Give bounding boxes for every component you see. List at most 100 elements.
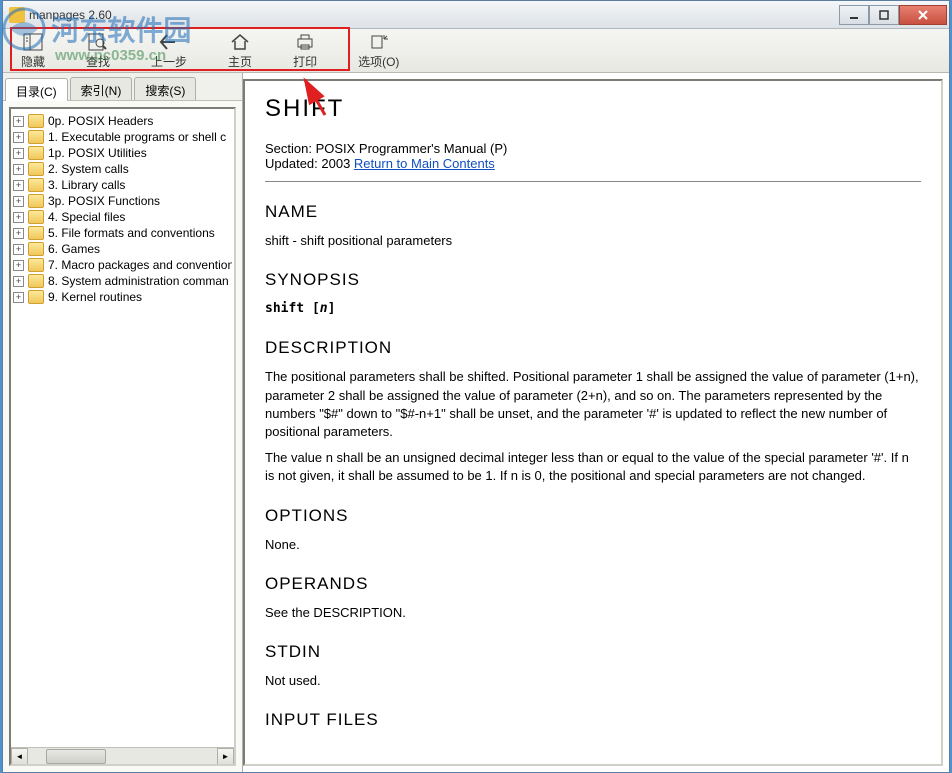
expand-icon[interactable]: + — [13, 292, 24, 303]
folder-icon — [28, 194, 44, 208]
tree-item[interactable]: +0p. POSIX Headers — [13, 113, 232, 129]
tree-item[interactable]: +8. System administration comman — [13, 273, 232, 289]
toc-tree: +0p. POSIX Headers+1. Executable program… — [9, 107, 236, 766]
options-button[interactable]: 选项(O) — [350, 30, 407, 72]
tab-search[interactable]: 搜索(S) — [134, 77, 196, 100]
hide-icon — [22, 32, 44, 52]
tree-item[interactable]: +6. Games — [13, 241, 232, 257]
tree-item[interactable]: +1p. POSIX Utilities — [13, 145, 232, 161]
expand-icon[interactable]: + — [13, 116, 24, 127]
print-icon — [294, 32, 316, 52]
heading-synopsis: SYNOPSIS — [265, 270, 921, 290]
desc-para-2: The value n shall be an unsigned decimal… — [265, 449, 921, 485]
home-icon — [229, 32, 251, 52]
folder-icon — [28, 146, 44, 160]
folder-icon — [28, 114, 44, 128]
tab-contents[interactable]: 目录(C) — [5, 78, 68, 101]
expand-icon[interactable]: + — [13, 164, 24, 175]
synopsis-text: shift [n] — [265, 300, 921, 318]
scroll-right-icon[interactable]: ► — [217, 748, 234, 765]
back-icon — [158, 32, 180, 52]
content-pane: SHIFT Section: POSIX Programmer's Manual… — [243, 79, 943, 766]
folder-icon — [28, 162, 44, 176]
home-button[interactable]: 主页 — [220, 30, 260, 72]
folder-icon — [28, 178, 44, 192]
expand-icon[interactable]: + — [13, 244, 24, 255]
heading-stdin: STDIN — [265, 642, 921, 662]
toolbar: 隐藏 查找 上一步 主页 打印 选项(O) — [3, 29, 949, 73]
folder-icon — [28, 290, 44, 304]
tree-label: 1. Executable programs or shell c — [48, 130, 226, 144]
expand-icon[interactable]: + — [13, 212, 24, 223]
expand-icon[interactable]: + — [13, 260, 24, 271]
window-title: manpages 2.60 — [29, 8, 839, 22]
find-icon — [87, 32, 109, 52]
tree-label: 7. Macro packages and convention — [48, 258, 232, 272]
options-icon — [368, 32, 390, 52]
expand-icon[interactable]: + — [13, 276, 24, 287]
tree-label: 0p. POSIX Headers — [48, 114, 153, 128]
expand-icon[interactable]: + — [13, 148, 24, 159]
scroll-thumb[interactable] — [46, 749, 106, 764]
tree-label: 8. System administration comman — [48, 274, 229, 288]
main-area: 目录(C) 索引(N) 搜索(S) +0p. POSIX Headers+1. … — [3, 73, 949, 772]
tree-item[interactable]: +4. Special files — [13, 209, 232, 225]
heading-operands: OPERANDS — [265, 574, 921, 594]
tree-hscrollbar[interactable]: ◄ ► — [11, 747, 234, 764]
tree-label: 5. File formats and conventions — [48, 226, 215, 240]
section-line: Section: POSIX Programmer's Manual (P) — [265, 141, 921, 156]
sidebar-tabs: 目录(C) 索引(N) 搜索(S) — [3, 73, 242, 101]
minimize-button[interactable] — [839, 5, 869, 25]
folder-icon — [28, 258, 44, 272]
sidebar: 目录(C) 索引(N) 搜索(S) +0p. POSIX Headers+1. … — [3, 73, 243, 772]
expand-icon[interactable]: + — [13, 180, 24, 191]
tree-label: 3. Library calls — [48, 178, 125, 192]
tree-label: 9. Kernel routines — [48, 290, 142, 304]
folder-icon — [28, 242, 44, 256]
tree-label: 1p. POSIX Utilities — [48, 146, 147, 160]
tree-label: 6. Games — [48, 242, 100, 256]
divider — [265, 181, 921, 182]
updated-line: Updated: 2003 Return to Main Contents — [265, 156, 921, 171]
maximize-button[interactable] — [869, 5, 899, 25]
tree-item[interactable]: +9. Kernel routines — [13, 289, 232, 305]
print-button[interactable]: 打印 — [285, 30, 325, 72]
app-icon — [9, 7, 25, 23]
scroll-left-icon[interactable]: ◄ — [11, 748, 28, 765]
operands-text: See the DESCRIPTION. — [265, 604, 921, 622]
window-controls — [839, 5, 947, 25]
back-button[interactable]: 上一步 — [143, 30, 195, 72]
tree-item[interactable]: +5. File formats and conventions — [13, 225, 232, 241]
folder-icon — [28, 274, 44, 288]
tree-item[interactable]: +7. Macro packages and convention — [13, 257, 232, 273]
tree-label: 2. System calls — [48, 162, 129, 176]
heading-inputfiles: INPUT FILES — [265, 710, 921, 730]
expand-icon[interactable]: + — [13, 228, 24, 239]
tree-item[interactable]: +2. System calls — [13, 161, 232, 177]
tree-item[interactable]: +3. Library calls — [13, 177, 232, 193]
find-button[interactable]: 查找 — [78, 30, 118, 72]
heading-description: DESCRIPTION — [265, 338, 921, 358]
hide-button[interactable]: 隐藏 — [13, 30, 53, 72]
titlebar: manpages 2.60 — [3, 1, 949, 29]
close-button[interactable] — [899, 5, 947, 25]
return-link[interactable]: Return to Main Contents — [354, 156, 495, 171]
stdin-text: Not used. — [265, 672, 921, 690]
heading-options: OPTIONS — [265, 506, 921, 526]
folder-icon — [28, 226, 44, 240]
expand-icon[interactable]: + — [13, 196, 24, 207]
page-title: SHIFT — [265, 95, 921, 123]
expand-icon[interactable]: + — [13, 132, 24, 143]
desc-para-1: The positional parameters shall be shift… — [265, 368, 921, 441]
tree-item[interactable]: +1. Executable programs or shell c — [13, 129, 232, 145]
folder-icon — [28, 210, 44, 224]
tree-item[interactable]: +3p. POSIX Functions — [13, 193, 232, 209]
heading-name: NAME — [265, 202, 921, 222]
folder-icon — [28, 130, 44, 144]
tab-index[interactable]: 索引(N) — [70, 77, 133, 100]
tree-label: 4. Special files — [48, 210, 125, 224]
options-text: None. — [265, 536, 921, 554]
app-window: manpages 2.60 隐藏 查找 上一步 主页 打印 — [2, 0, 950, 773]
tree-label: 3p. POSIX Functions — [48, 194, 160, 208]
name-text: shift - shift positional parameters — [265, 232, 921, 250]
